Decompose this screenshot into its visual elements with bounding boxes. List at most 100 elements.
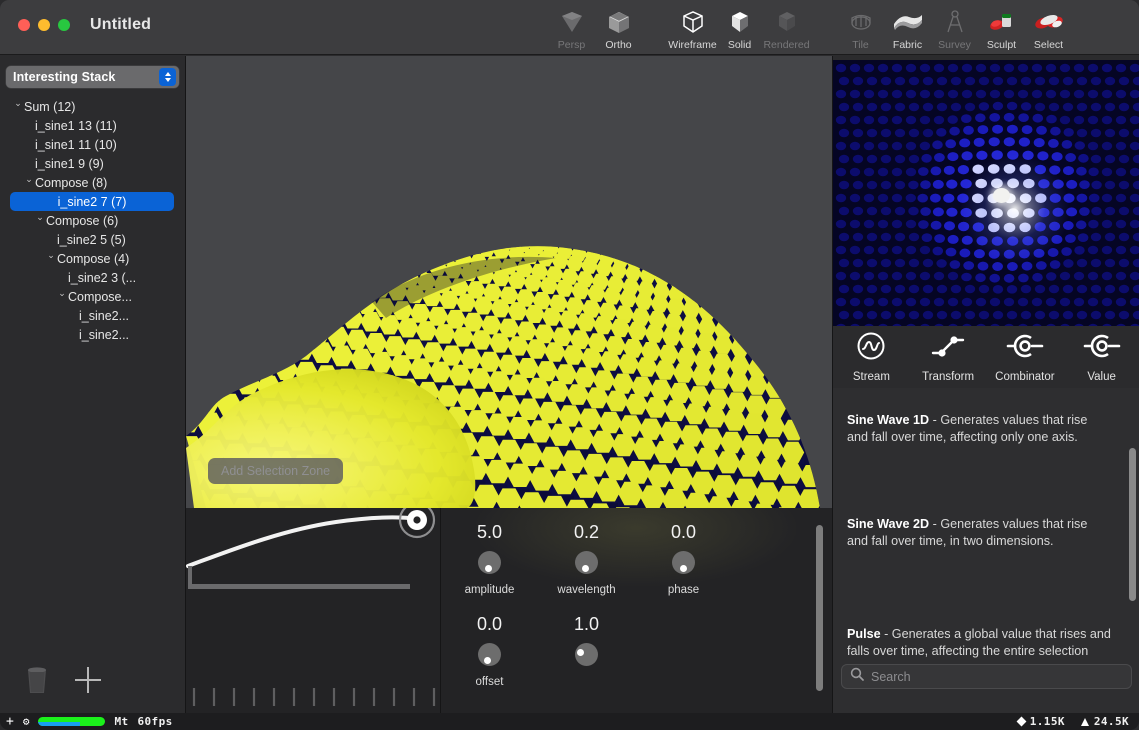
tree-row[interactable]: i_sine1 11 (10) <box>0 135 185 154</box>
status-bar: + ⚙ Mt 60fps 1.15K 24.5K <box>0 713 1139 730</box>
toolbar-item-ortho[interactable]: Ortho <box>595 7 642 54</box>
tree-row[interactable]: ⌄ Compose (4) <box>0 249 185 268</box>
vertex-count-stat: 1.15K <box>1016 715 1065 728</box>
fabric-icon <box>892 7 924 37</box>
chevron-down-icon[interactable]: ⌄ <box>56 288 68 299</box>
tree-row[interactable]: i_sine2 5 (5) <box>0 230 185 249</box>
toolbar-item-survey[interactable]: Survey <box>931 7 978 54</box>
tab-stream[interactable]: Stream <box>833 331 910 383</box>
close-button[interactable] <box>18 19 30 31</box>
toolbar-item-sculpt[interactable]: Sculpt <box>978 7 1025 54</box>
node-description-item[interactable]: Sine Wave 1D - Generates values that ris… <box>833 412 1125 446</box>
tree-row-label: i_sine1 13 (11) <box>35 118 117 133</box>
knob-label: offset <box>475 676 504 688</box>
gear-icon[interactable]: ⚙ <box>23 716 30 727</box>
tree-row[interactable]: i_sine2 3 (... <box>0 268 185 287</box>
rendered-cube-icon <box>774 7 800 37</box>
chevron-up-icon <box>164 72 171 76</box>
node-description-text: Sine Wave 1D - Generates values that ris… <box>847 412 1111 446</box>
preview-thumbnail[interactable] <box>833 60 1139 326</box>
survey-compass-icon <box>944 7 966 37</box>
tree-row[interactable]: i_sine1 13 (11) <box>0 116 185 135</box>
tree-row-label: Sum (12) <box>24 99 76 114</box>
tree-row[interactable]: i_sine1 9 (9) <box>0 154 185 173</box>
tree-row[interactable]: ⌄ Compose (6) <box>0 211 185 230</box>
plus-icon[interactable] <box>75 667 101 693</box>
node-description-item[interactable]: Sine Wave 2D - Generates values that ris… <box>833 516 1125 550</box>
sidebar-actions <box>0 647 185 713</box>
value-node-icon <box>1083 331 1121 366</box>
description-scrollbar[interactable] <box>1129 448 1136 601</box>
vertex-icon <box>1016 716 1027 727</box>
knob-label: amplitude <box>464 584 515 596</box>
add-selection-zone-button[interactable]: Add Selection Zone <box>208 458 344 484</box>
knob-cell: 1.0 <box>538 614 635 688</box>
stack-selector[interactable]: Interesting Stack <box>6 66 179 88</box>
application-window: Untitled Persp Ortho Wireframe Solid Ren… <box>0 0 1139 730</box>
knob-unnamed[interactable] <box>575 643 598 666</box>
curve-ticks <box>192 688 436 706</box>
tab-combinator[interactable]: Combinator <box>987 331 1064 383</box>
zoom-button[interactable] <box>58 19 70 31</box>
toolbar-item-wireframe[interactable]: Wireframe <box>668 7 717 54</box>
tree-row[interactable]: ⌄ Compose (8) <box>0 173 185 192</box>
tree-row[interactable]: i_sine2... <box>0 325 185 344</box>
curve-handle-inner <box>413 516 421 524</box>
knob-cell: 0.0 offset <box>441 614 538 688</box>
category-tabs: Stream Transform Combinator Value <box>833 326 1139 388</box>
perspective-cube-icon <box>559 7 585 37</box>
tree-row-label: Compose... <box>68 289 132 304</box>
knob-indicator <box>485 565 493 573</box>
knob-phase[interactable] <box>672 551 695 574</box>
search-bar[interactable] <box>841 664 1132 689</box>
toolbar-item-tile[interactable]: Tile <box>837 7 884 54</box>
chevron-down-icon[interactable]: ⌄ <box>23 174 35 185</box>
search-input[interactable] <box>871 669 1111 684</box>
chevron-down-icon[interactable]: ⌄ <box>45 250 57 261</box>
tab-transform[interactable]: Transform <box>910 331 987 383</box>
trash-icon[interactable] <box>24 665 50 695</box>
stack-selector-stepper[interactable] <box>159 68 176 86</box>
tree-row[interactable]: i_sine2 7 (7) <box>10 192 174 211</box>
toolbar-item-rendered[interactable]: Rendered <box>763 7 810 54</box>
tree-row[interactable]: i_sine2... <box>0 306 185 325</box>
tree-row-label: Compose (4) <box>57 251 130 266</box>
triangle-count-stat: 24.5K <box>1080 715 1129 728</box>
curve-editor[interactable] <box>186 508 441 713</box>
node-description-name: Sine Wave 2D <box>847 517 930 531</box>
knob-value: 5.0 <box>476 522 503 542</box>
toolbar-label-tile: Tile <box>852 39 869 51</box>
status-add-icon[interactable]: + <box>6 715 14 728</box>
tab-value[interactable]: Value <box>1063 331 1139 383</box>
toolbar-item-fabric[interactable]: Fabric <box>884 7 931 54</box>
knob-amplitude[interactable] <box>478 551 501 574</box>
knob-label: wavelength <box>557 584 616 596</box>
tree-row[interactable]: ⌄ Compose... <box>0 287 185 306</box>
knob-indicator <box>484 657 492 665</box>
toolbar-item-select[interactable]: Select <box>1025 7 1072 54</box>
knob-cell: 0.0 phase <box>635 522 732 596</box>
params-scrollbar[interactable] <box>816 525 823 691</box>
performance-meter <box>38 717 106 726</box>
chevron-down-icon[interactable]: ⌄ <box>34 212 46 223</box>
tab-label-value: Value <box>1087 371 1116 383</box>
minimize-button[interactable] <box>38 19 50 31</box>
toolbar-label-survey: Survey <box>938 39 971 51</box>
status-left: + ⚙ Mt 60fps <box>0 715 173 728</box>
memory-label: Mt <box>114 715 129 728</box>
knob-value: 0.2 <box>573 522 600 542</box>
knob-value: 0.0 <box>476 614 503 634</box>
tree-row-label: i_sine2... <box>79 327 130 342</box>
chevron-down-icon[interactable]: ⌄ <box>12 98 24 109</box>
viewport-3d[interactable]: Add Selection Zone <box>186 56 832 508</box>
tree-row[interactable]: ⌄ Sum (12) <box>0 97 185 116</box>
toolbar-item-solid[interactable]: Solid <box>716 7 763 54</box>
knob-wavelength[interactable] <box>575 551 598 574</box>
knob-cell: 5.0 amplitude <box>441 522 538 596</box>
knob-offset[interactable] <box>478 643 501 666</box>
toolbar-item-persp[interactable]: Persp <box>548 7 595 54</box>
fps-label: 60fps <box>137 715 173 728</box>
node-stack-sidebar: Interesting Stack ⌄ Sum (12) i_sine1 13 (1… <box>0 56 186 713</box>
toolbar-label-persp: Persp <box>557 39 586 51</box>
hex-mesh-svg <box>186 246 820 508</box>
